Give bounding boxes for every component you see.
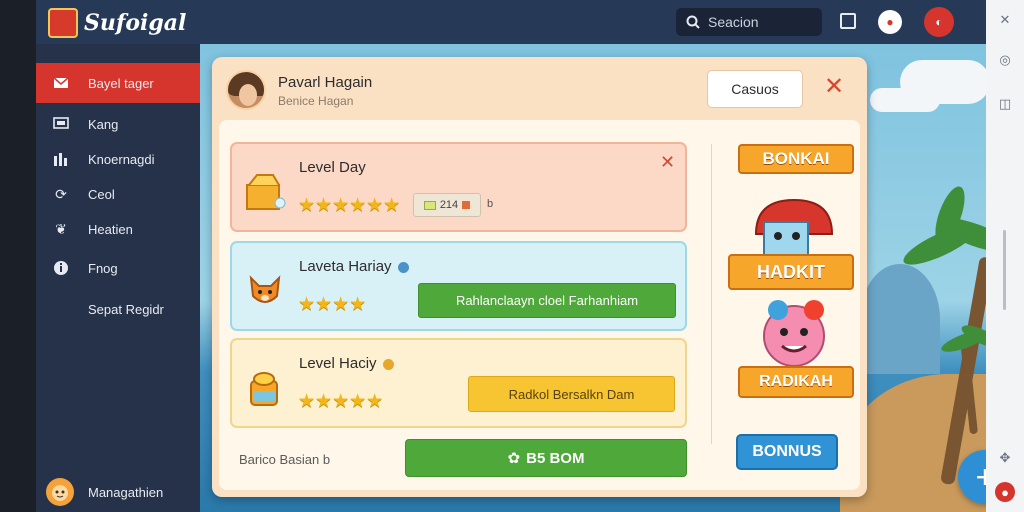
ribbon-bottom: RADIKAH — [738, 366, 854, 398]
note-icon — [423, 200, 436, 210]
notification-icon[interactable]: ● — [878, 10, 902, 34]
logo-text: Sufoigal — [84, 10, 187, 36]
info-icon — [52, 259, 70, 277]
sidebar-profile-label: Managathien — [88, 484, 164, 500]
sidebar-item-6[interactable]: Sepat Regidr — [36, 289, 200, 329]
user-name: Pavarl Hagain — [278, 74, 373, 91]
leaf-icon: ❦ — [55, 220, 67, 237]
close-icon[interactable]: ✕ — [995, 10, 1015, 30]
window-toggle-icon[interactable] — [840, 13, 856, 29]
sidebar-item-1[interactable]: Kang — [36, 104, 200, 144]
level-action-button[interactable]: Rahlanclaayn cloel Farhanhiam — [418, 283, 676, 318]
expand-icon[interactable]: ◫ — [995, 94, 1015, 114]
info-badge-icon — [397, 261, 409, 273]
casuos-button[interactable]: Casuos — [707, 70, 803, 108]
main-action-button[interactable]: ✿ B5 BOM — [405, 439, 687, 477]
sidebar-item-3[interactable]: ⟳ Ceol — [36, 174, 200, 214]
search-input[interactable]: Seacion — [676, 8, 822, 36]
sidebar-item-label: Kang — [88, 116, 119, 132]
level-action-button[interactable]: Radkol Bersalkn Dam — [468, 376, 675, 412]
level-title-text: Level Haciy — [299, 355, 377, 372]
main-action-label: B5 BOM — [526, 449, 585, 467]
ribbon-middle: HADKIT — [728, 254, 854, 290]
sidebar-item-label: Sepat Regidr — [88, 301, 164, 317]
mail-icon — [52, 74, 70, 92]
level-chip[interactable]: 214 — [413, 193, 481, 217]
dialog-close-icon[interactable]: ✕ — [824, 75, 844, 99]
app-logo[interactable]: Sufoigal — [48, 8, 186, 38]
level-title: Level Day — [299, 159, 366, 176]
level-dialog: Pavarl Hagain Benice Hagan Casuos ✕ Leve… — [212, 57, 867, 497]
sidebar-item-label: Heatien — [88, 221, 133, 237]
monitor-icon — [52, 115, 70, 133]
honey-pot-icon — [242, 364, 288, 410]
sidebar-item-label: Fnog — [88, 260, 118, 276]
search-placeholder: Seacion — [708, 14, 759, 30]
divider — [711, 144, 712, 444]
chip-arrow-icon — [462, 201, 471, 209]
chip-extra: b — [487, 198, 494, 210]
ribbon-top: BONKAI — [738, 144, 854, 174]
level-title: Laveta Hariay — [299, 258, 409, 275]
bonus-panel: BONKAI HADKIT RADIKAH BONNUS — [716, 134, 859, 479]
refresh-icon[interactable]: ◎ — [995, 50, 1015, 70]
level-title-text: Laveta Hariay — [299, 258, 392, 275]
sidebar-profile[interactable]: Managathien — [36, 472, 200, 512]
sidebar-item-2[interactable]: Knoernagdi — [36, 139, 200, 179]
bonus-button[interactable]: BONNUS — [736, 434, 838, 470]
level-card-1[interactable]: Level Day ★★★★★★ 214 b ✕ — [230, 142, 687, 232]
right-toolbar: ✕ ◎ ◫ ✥ ● — [986, 0, 1024, 512]
search-icon — [686, 15, 700, 29]
pig-mascot-icon — [754, 294, 834, 370]
footer-text: Barico Basian b — [239, 452, 331, 467]
sidebar-item-label: Knoernagdi — [88, 151, 155, 167]
sidebar-item-4[interactable]: ❦ Heatien — [36, 209, 200, 249]
refresh-icon: ⟳ — [55, 185, 67, 202]
cloud-decoration — [870, 88, 940, 112]
chart-icon — [52, 150, 70, 168]
scrollbar[interactable] — [1003, 230, 1006, 310]
island-hill — [860, 264, 940, 374]
star-rating: ★★★★★ — [298, 391, 384, 412]
logo-icon — [48, 8, 78, 38]
treasure-box-icon — [242, 168, 288, 214]
info-badge-icon — [382, 358, 394, 370]
sidebar-item-label: Ceol — [88, 186, 115, 202]
fox-icon — [242, 267, 288, 313]
dialog-body: Level Day ★★★★★★ 214 b ✕ Laveta Hariay ★… — [219, 120, 860, 490]
sidebar-item-label: Bayel tager — [88, 75, 154, 91]
star-rating: ★★★★ — [298, 294, 367, 315]
level-card-2[interactable]: Laveta Hariay ★★★★ Rahlanclaayn cloel Fa… — [230, 241, 687, 331]
user-subtitle: Benice Hagan — [278, 94, 354, 108]
user-avatar[interactable] — [226, 70, 266, 110]
card-close-icon[interactable]: ✕ — [660, 152, 675, 173]
record-icon[interactable]: ● — [995, 482, 1015, 502]
gift-icon: ✿ — [507, 450, 521, 467]
chip-value: 214 — [439, 199, 459, 211]
top-bar: Sufoigal Seacion ● ◐ — [36, 0, 986, 44]
level-card-3[interactable]: Level Haciy ★★★★★ Radkol Bersalkn Dam — [230, 338, 687, 428]
level-title: Level Haciy — [299, 355, 394, 372]
move-icon[interactable]: ✥ — [995, 448, 1015, 468]
sidebar: Bayel tager Kang Knoernagdi ⟳ Ceol ❦ Hea… — [36, 44, 200, 512]
user-avatar-icon[interactable]: ◐ — [924, 7, 954, 37]
sidebar-item-5[interactable]: Fnog — [36, 248, 200, 288]
sidebar-item-0[interactable]: Bayel tager — [36, 63, 200, 103]
star-rating: ★★★★★★ — [298, 195, 401, 216]
mascot-avatar-icon — [46, 478, 74, 506]
